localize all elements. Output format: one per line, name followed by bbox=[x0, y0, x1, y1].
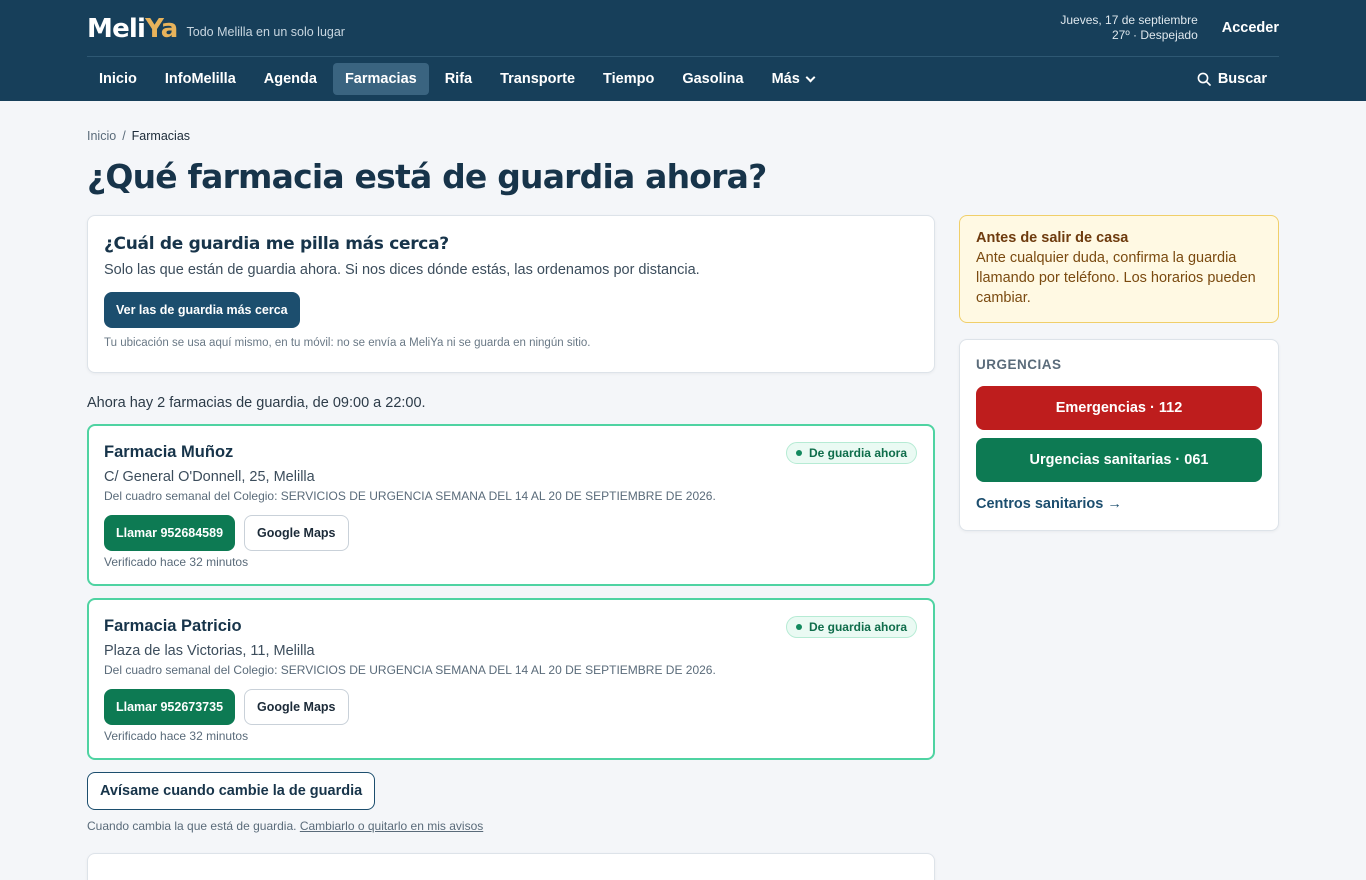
breadcrumb-home[interactable]: Inicio bbox=[87, 129, 116, 143]
on-duty-summary: Ahora hay 2 farmacias de guardia, de 09:… bbox=[87, 395, 426, 411]
logo[interactable]: MeliYa bbox=[87, 14, 178, 44]
alerts-note: Cuando cambia la que está de guardia. Ca… bbox=[87, 819, 935, 833]
pharmacy-address: C/ General O'Donnell, 25, Melilla bbox=[104, 469, 315, 485]
date-weather: Jueves, 17 de septiembre 27º · Despejado bbox=[1060, 13, 1197, 43]
nav-item-mas-label: Más bbox=[771, 71, 800, 87]
emergency-call-button[interactable]: Emergencias · 112 bbox=[976, 386, 1262, 430]
logo-part-2: Ya bbox=[145, 14, 178, 44]
pharmacy-source: Del cuadro semanal del Colegio: SERVICIO… bbox=[104, 663, 716, 677]
verified-text: Verificado hace 32 minutos bbox=[104, 729, 249, 743]
nav-item-agenda[interactable]: Agenda bbox=[252, 63, 329, 95]
sanitary-call-button[interactable]: Urgencias sanitarias · 061 bbox=[976, 438, 1262, 482]
nav-item-tiempo[interactable]: Tiempo bbox=[591, 63, 666, 95]
weather-text: 27º · Despejado bbox=[1111, 28, 1198, 42]
nearest-title: ¿Cuál de guardia me pilla más cerca? bbox=[104, 234, 449, 254]
call-button[interactable]: Llamar 952684589 bbox=[104, 515, 236, 551]
nav-item-mas[interactable]: Más bbox=[760, 63, 826, 95]
page-title: ¿Qué farmacia está de guardia ahora? bbox=[87, 157, 767, 196]
tagline: Todo Melilla en un solo lugar bbox=[186, 25, 345, 39]
pharmacy-source: Del cuadro semanal del Colegio: SERVICIO… bbox=[104, 489, 716, 503]
nearest-card: ¿Cuál de guardia me pilla más cerca? Sol… bbox=[87, 215, 935, 373]
breadcrumb-current: Farmacias bbox=[131, 129, 191, 143]
breadcrumb: Inicio / Farmacias bbox=[87, 129, 1279, 143]
breadcrumb-separator: / bbox=[122, 129, 126, 143]
nav-item-farmacias[interactable]: Farmacias bbox=[332, 63, 429, 95]
manage-alerts-link[interactable]: Cambiarlo o quitarlo en mis avisos bbox=[300, 819, 483, 833]
logo-part-1: Meli bbox=[87, 14, 146, 44]
status-dot-icon bbox=[795, 624, 802, 630]
status-badge: De guardia ahora bbox=[785, 442, 917, 464]
nav-item-rifa[interactable]: Rifa bbox=[433, 63, 484, 95]
left-column: ¿Cuál de guardia me pilla más cerca? Sol… bbox=[87, 215, 935, 880]
call-button[interactable]: Llamar 952673735 bbox=[104, 689, 236, 725]
status-badge: De guardia ahora bbox=[785, 616, 917, 638]
login-button[interactable]: Acceder bbox=[1222, 20, 1279, 36]
status-badge-label: De guardia ahora bbox=[808, 620, 907, 634]
health-centers-link[interactable]: Centros sanitarios → bbox=[976, 496, 1262, 512]
privacy-note: Tu ubicación se usa aquí mismo, en tu mó… bbox=[104, 337, 591, 349]
verified-text: Verificado hace 32 minutos bbox=[104, 555, 249, 569]
urgencias-title: URGENCIAS bbox=[976, 357, 1062, 372]
pharmacy-card: Farmacia Muñoz De guardia ahora C/ Gener… bbox=[87, 424, 935, 586]
right-sidebar: Antes de salir de casa Ante cualquier du… bbox=[959, 215, 1279, 531]
site-header: MeliYa Todo Melilla en un solo lugar Jue… bbox=[0, 0, 1366, 101]
google-maps-button[interactable]: Google Maps bbox=[244, 515, 349, 551]
urgencias-card: URGENCIAS Emergencias · 112 Urgencias sa… bbox=[959, 339, 1279, 531]
nav-item-infomelilla[interactable]: InfoMelilla bbox=[153, 63, 248, 95]
notify-change-button[interactable]: Avísame cuando cambie la de guardia bbox=[87, 772, 376, 810]
warning-title: Antes de salir de casa bbox=[976, 230, 1129, 246]
search-button[interactable]: Buscar bbox=[1197, 71, 1279, 87]
date-text: Jueves, 17 de septiembre bbox=[1060, 13, 1198, 27]
nearest-button[interactable]: Ver las de guardia más cerca bbox=[104, 292, 300, 328]
pharmacy-card: Farmacia Patricio De guardia ahora Plaza… bbox=[87, 598, 935, 760]
main-nav: Inicio InfoMelilla Agenda Farmacias Rifa… bbox=[87, 57, 1279, 101]
status-dot-icon bbox=[795, 450, 802, 456]
nav-item-gasolina[interactable]: Gasolina bbox=[670, 63, 755, 95]
pharmacy-address: Plaza de las Victorias, 11, Melilla bbox=[104, 643, 315, 659]
brand: MeliYa Todo Melilla en un solo lugar bbox=[87, 13, 345, 44]
nearest-description: Solo las que están de guardia ahora. Si … bbox=[104, 262, 700, 278]
next-card bbox=[87, 853, 935, 880]
warning-text: Ante cualquier duda, confirma la guardia… bbox=[976, 250, 1256, 306]
nav-item-transporte[interactable]: Transporte bbox=[488, 63, 587, 95]
main-content: Inicio / Farmacias ¿Qué farmacia está de… bbox=[87, 101, 1279, 880]
chevron-down-icon bbox=[805, 72, 816, 82]
search-label: Buscar bbox=[1217, 71, 1267, 87]
top-bar: MeliYa Todo Melilla en un solo lugar Jue… bbox=[87, 0, 1279, 57]
status-badge-label: De guardia ahora bbox=[808, 446, 907, 460]
google-maps-button[interactable]: Google Maps bbox=[244, 689, 349, 725]
search-icon bbox=[1197, 72, 1211, 86]
alerts-note-text: Cuando cambia la que está de guardia. bbox=[87, 819, 297, 833]
nav-item-inicio[interactable]: Inicio bbox=[87, 63, 149, 95]
warning-box: Antes de salir de casa Ante cualquier du… bbox=[959, 215, 1279, 323]
